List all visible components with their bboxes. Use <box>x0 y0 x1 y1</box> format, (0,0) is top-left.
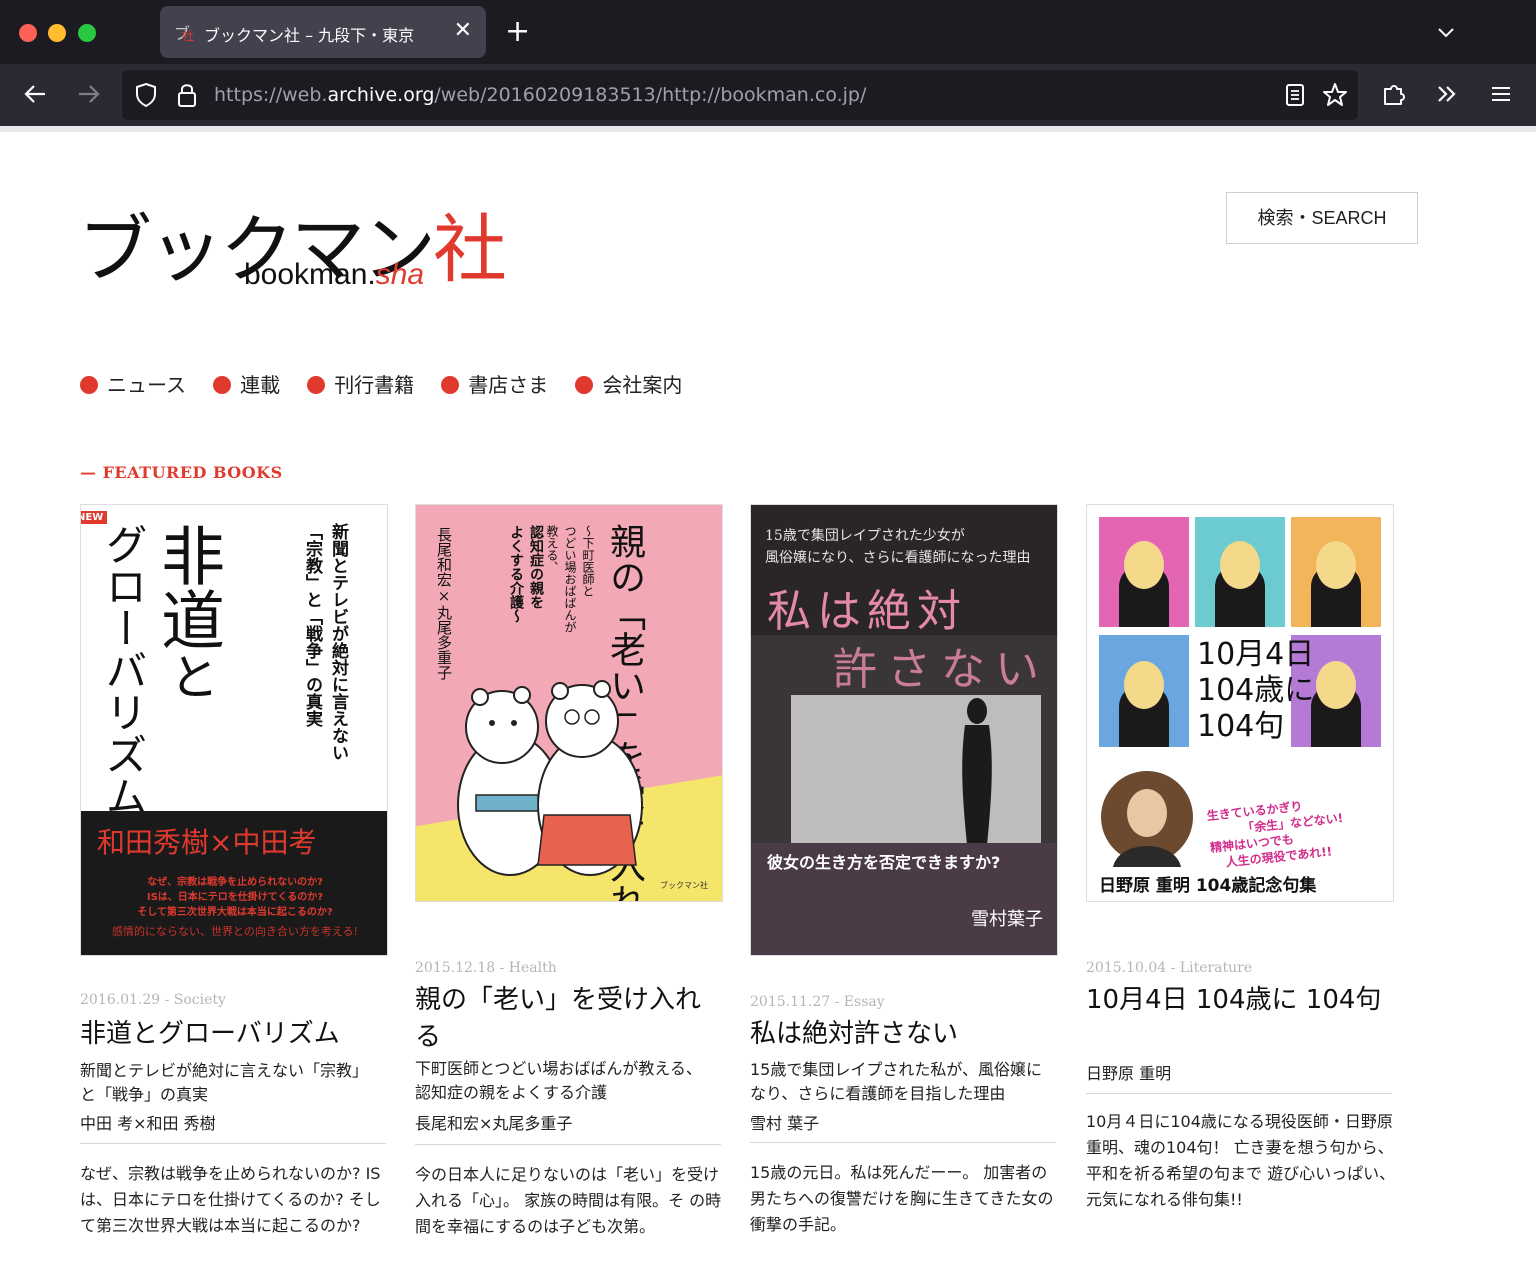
url-bar[interactable]: https://web.archive.org/web/201602091835… <box>122 70 1358 120</box>
book-author: 中田 考×和田 秀樹 <box>80 1114 216 1133</box>
book-author: 長尾和宏×丸尾多重子 <box>415 1114 573 1133</box>
book-description: なぜ、宗教は戦争を止められないのか? ISは、日本にテロを仕掛けてくるのか? そ… <box>80 1164 381 1235</box>
book-title[interactable]: 10月4日 104歳に 104句 <box>1086 982 1396 1019</box>
forward-arrow-icon[interactable] <box>76 81 102 107</box>
book-author: 日野原 重明 <box>1086 1064 1172 1083</box>
browser-chrome: ブ 社 ブックマン社 – 九段下・東京 ✕ + https://web.arch… <box>0 0 1536 126</box>
nav-item-company[interactable]: 会社案内 <box>575 370 682 400</box>
bookmark-star-icon[interactable] <box>1322 82 1348 108</box>
svg-text:社: 社 <box>182 28 194 43</box>
book-title[interactable]: 非道とグローバリズム <box>80 1016 390 1053</box>
book-author: 雪村 葉子 <box>750 1114 820 1133</box>
hamburger-menu-icon[interactable] <box>1488 81 1514 107</box>
red-dot-icon <box>575 376 594 394</box>
book-subtitle: 新聞とテレビが絶対に言えない「宗教」と「戦争」の真実 <box>80 1061 369 1104</box>
url-text[interactable]: https://web.archive.org/web/201602091835… <box>214 84 866 106</box>
reader-view-icon[interactable] <box>1284 83 1306 107</box>
web-page: ブックマン社 bookman.sha 検索・SEARCH ニュース 連載 刊行書… <box>0 132 1536 1286</box>
red-dot-icon <box>80 376 98 394</box>
nav-item-bookstores[interactable]: 書店さま <box>441 370 548 400</box>
polar-bears-illustration-icon <box>457 680 643 876</box>
tab-bar: ブ 社 ブックマン社 – 九段下・東京 ✕ + <box>0 0 1536 64</box>
tab-title: ブックマン社 – 九段下・東京 <box>204 26 415 45</box>
cover-bottom-band: 和田秀樹×中田考 なぜ、宗教は戦争を止められないのか? ISは、日本にテロを仕掛… <box>81 811 387 955</box>
book-title[interactable]: 親の「老い」を受け入れる <box>415 982 725 1056</box>
divider <box>80 1143 386 1144</box>
book-description: 今の日本人に足りないのは「老い」を受け入れる「心」。 家族の時間は有限。そ の時… <box>415 1165 722 1236</box>
minimize-window-button[interactable] <box>48 24 66 42</box>
book-title[interactable]: 私は絶対許さない <box>750 1016 1060 1053</box>
main-nav: ニュース 連載 刊行書籍 書店さま 会社案内 <box>80 370 704 400</box>
book-meta[interactable]: 2015.11.27 - Essay <box>750 994 885 1010</box>
nav-item-series[interactable]: 連載 <box>213 370 280 400</box>
book-cover[interactable]: 10月4日 104歳に 104句 生きているかぎり 「余生」などない! 精神はい… <box>1086 504 1394 902</box>
close-window-button[interactable] <box>19 24 37 42</box>
maximize-window-button[interactable] <box>78 24 96 42</box>
red-dot-icon <box>307 376 326 394</box>
red-dot-icon <box>441 376 460 394</box>
nav-item-books[interactable]: 刊行書籍 <box>307 370 414 400</box>
divider <box>1086 1093 1392 1094</box>
book-meta[interactable]: 2015.10.04 - Literature <box>1086 960 1252 976</box>
tab-active[interactable]: ブ 社 ブックマン社 – 九段下・東京 ✕ <box>160 6 486 58</box>
book-description: 15歳の元日。私は死んだーー。 加害者の男たちへの復讐だけを胸に生きてきた女の衝… <box>750 1163 1054 1234</box>
divider <box>750 1142 1056 1143</box>
chevron-down-icon[interactable] <box>1436 24 1456 40</box>
lock-icon[interactable] <box>176 81 198 109</box>
featured-books-heading: — FEATURED BOOKS <box>80 463 283 482</box>
nav-item-news[interactable]: ニュース <box>80 370 186 400</box>
book-meta[interactable]: 2016.01.29 - Society <box>80 992 226 1008</box>
book-subtitle: 下町医師とつどい場おばばんが教える、認知症の親をよくする介護 <box>415 1059 702 1102</box>
book-subtitle: 15歳で集団レイプされた私が、風俗嬢になり、さらに看護師を目指した理由 <box>750 1060 1043 1103</box>
book-cover[interactable]: NEW 新聞とテレビが絶対に言えない 「宗教」と「戦争」の真実 非道 と グロー… <box>80 504 388 956</box>
book-meta[interactable]: 2015.12.18 - Health <box>415 960 557 976</box>
nav-toolbar: https://web.archive.org/web/201602091835… <box>0 64 1536 126</box>
book-description: 10月４日に104歳になる現役医師・日野原重明、魂の104句！ 亡き妻を想う句か… <box>1086 1112 1396 1209</box>
silhouette-figure-icon <box>962 698 992 845</box>
book-cover[interactable]: 親の「老い」を受け入れる 〜下町医師と つどい場おばばんが 教える、 認知症の親… <box>415 504 723 902</box>
divider <box>415 1144 721 1145</box>
author-portrait-icon <box>1101 771 1193 867</box>
site-favicon-icon: ブ 社 <box>174 24 194 43</box>
extensions-puzzle-icon[interactable] <box>1381 81 1407 107</box>
overflow-chevrons-icon[interactable] <box>1434 81 1460 107</box>
new-tab-button[interactable]: + <box>505 16 530 48</box>
shield-icon[interactable] <box>134 82 158 108</box>
logo-english[interactable]: bookman.sha <box>244 258 424 292</box>
red-dot-icon <box>213 376 232 394</box>
tab-close-icon[interactable]: ✕ <box>454 18 472 44</box>
search-button[interactable]: 検索・SEARCH <box>1226 192 1418 244</box>
book-cover[interactable]: 15歳で集団レイプされた少女が 風俗嬢になり、さらに看護師になった理由 私は絶対… <box>750 504 1058 956</box>
back-arrow-icon[interactable] <box>22 81 48 107</box>
